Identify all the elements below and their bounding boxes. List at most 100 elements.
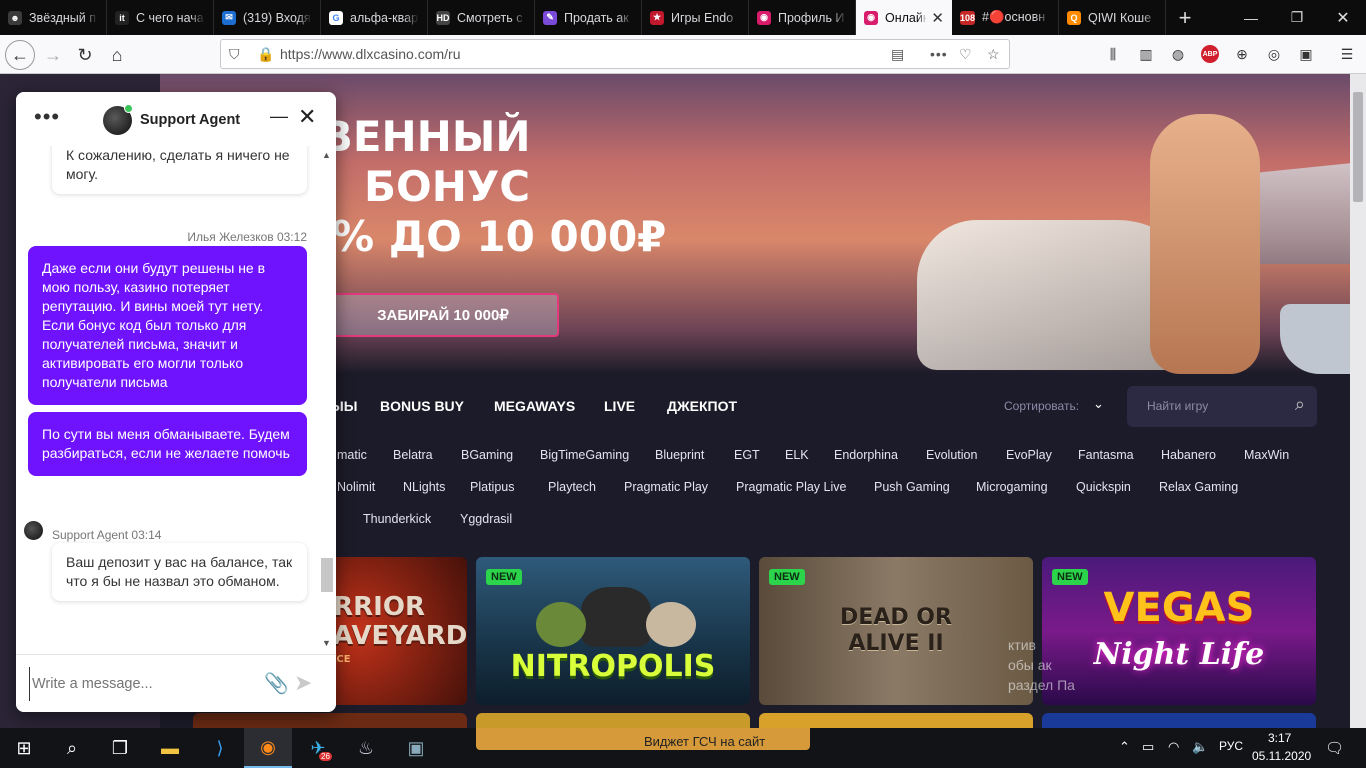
provider-filter[interactable]: Microgaming bbox=[976, 480, 1048, 494]
game-card-partial[interactable] bbox=[476, 713, 750, 728]
clock-date[interactable]: 05.11.2020 bbox=[1252, 749, 1311, 763]
bookmark-star-icon[interactable]: ☆ bbox=[987, 46, 1000, 63]
message-input[interactable] bbox=[29, 667, 244, 701]
scroll-up-icon[interactable]: ▲ bbox=[322, 150, 331, 160]
menu-icon[interactable]: ☰ bbox=[1338, 45, 1356, 63]
home-button[interactable]: ⌂ bbox=[102, 40, 132, 70]
game-card[interactable]: NEW NITROPOLIS bbox=[476, 557, 750, 705]
browser-tab[interactable]: HD Смотреть с bbox=[428, 0, 535, 35]
close-window-button[interactable]: ✕ bbox=[1320, 0, 1366, 35]
chat-scrollbar[interactable]: ▲ ▼ bbox=[320, 148, 334, 652]
game-card[interactable]: NEW DEAD OR ALIVE II bbox=[759, 557, 1033, 705]
minimize-window-button[interactable]: — bbox=[1228, 0, 1274, 35]
forward-button[interactable]: → bbox=[38, 40, 68, 70]
url-text[interactable]: https://www.dlxcasino.com/ru bbox=[280, 46, 461, 62]
restore-window-button[interactable]: ❐ bbox=[1274, 0, 1320, 35]
provider-filter[interactable]: BigTimeGaming bbox=[540, 448, 629, 462]
browser-tab[interactable]: it С чего нача bbox=[107, 0, 214, 35]
sort-label[interactable]: Сортировать: bbox=[1004, 399, 1079, 413]
vscode-icon[interactable]: ⟩ bbox=[196, 728, 244, 768]
provider-filter[interactable]: Pragmatic Play bbox=[624, 480, 708, 494]
close-tab-icon[interactable]: ✕ bbox=[931, 9, 944, 27]
provider-filter[interactable]: Habanero bbox=[1161, 448, 1216, 462]
browser-tab[interactable]: 108 #🔴основн bbox=[952, 0, 1059, 35]
extension-icon[interactable]: ◎ bbox=[1265, 45, 1283, 63]
start-icon[interactable]: ⊞ bbox=[0, 728, 48, 768]
category-bonus-buy[interactable]: BONUS BUY bbox=[380, 398, 464, 414]
provider-filter[interactable]: Relax Gaming bbox=[1159, 480, 1238, 494]
pocket-icon[interactable]: ♡ bbox=[959, 46, 972, 63]
library-icon[interactable]: ⫼ bbox=[1104, 45, 1122, 63]
shield-icon[interactable]: ⛉ bbox=[229, 46, 240, 63]
language-indicator[interactable]: РУС bbox=[1219, 739, 1243, 753]
provider-filter[interactable]: Fantasma bbox=[1078, 448, 1134, 462]
game-card-partial[interactable] bbox=[759, 713, 1033, 728]
provider-filter[interactable]: EGT bbox=[734, 448, 760, 462]
account-icon[interactable]: ◍ bbox=[1169, 45, 1187, 63]
provider-filter[interactable]: Belatra bbox=[393, 448, 433, 462]
network-icon[interactable]: ◠ bbox=[1168, 739, 1179, 755]
browser-tab[interactable]: ☻ Звёздный п bbox=[0, 0, 107, 35]
provider-filter[interactable]: EvoPlay bbox=[1006, 448, 1052, 462]
chevron-down-icon[interactable]: ⌄ bbox=[1093, 396, 1104, 412]
attach-file-icon[interactable]: 📎 bbox=[264, 671, 289, 696]
claim-bonus-button[interactable]: ЗАБИРАЙ 10 000₽ bbox=[327, 293, 559, 337]
provider-filter[interactable]: BGaming bbox=[461, 448, 513, 462]
adblock-icon[interactable]: ABP bbox=[1201, 45, 1219, 63]
notifications-icon[interactable]: 🗨 bbox=[1325, 739, 1344, 757]
provider-filter[interactable]: Playtech bbox=[548, 480, 596, 494]
browser-tab[interactable]: ★ Игры Endo bbox=[642, 0, 749, 35]
game-card-partial[interactable] bbox=[193, 713, 467, 728]
game-card[interactable]: NEW VEGAS Night Life bbox=[1042, 557, 1316, 705]
provider-filter[interactable]: Yggdrasil bbox=[460, 512, 512, 526]
minimize-chat-button[interactable]: — bbox=[270, 106, 288, 127]
send-icon[interactable]: ➤ bbox=[294, 670, 312, 696]
chat-scrollbar-thumb[interactable] bbox=[321, 558, 333, 592]
reader-view-icon[interactable]: ▤ bbox=[891, 46, 904, 63]
provider-filter[interactable]: MaxWin bbox=[1244, 448, 1289, 462]
provider-filter[interactable]: Platipus bbox=[470, 480, 514, 494]
browser-tab[interactable]: Gальфа-квар bbox=[321, 0, 428, 35]
lock-icon[interactable]: 🔒 bbox=[257, 46, 274, 63]
search-icon[interactable]: ⌕ bbox=[48, 728, 96, 768]
new-tab-button[interactable]: + bbox=[1166, 0, 1204, 35]
page-scrollbar[interactable] bbox=[1350, 74, 1366, 728]
reload-button[interactable]: ↻ bbox=[70, 40, 100, 70]
provider-filter[interactable]: Evolution bbox=[926, 448, 977, 462]
provider-filter[interactable]: Thunderkick bbox=[363, 512, 431, 526]
search-icon[interactable]: ⌕ bbox=[1295, 394, 1305, 415]
provider-filter[interactable]: Pragmatic Play Live bbox=[736, 480, 846, 494]
provider-filter[interactable]: Quickspin bbox=[1076, 480, 1131, 494]
game-search-input[interactable]: Найти игру bbox=[1147, 399, 1208, 413]
page-actions-icon[interactable]: ••• bbox=[930, 46, 948, 62]
scroll-down-icon[interactable]: ▼ bbox=[322, 638, 331, 648]
telegram-icon[interactable]: ✈ 26 bbox=[294, 728, 342, 768]
globe-icon[interactable]: ⊕ bbox=[1233, 45, 1251, 63]
close-chat-button[interactable]: ✕ bbox=[298, 104, 316, 130]
browser-tab[interactable]: ◉ Профиль И bbox=[749, 0, 856, 35]
provider-filter[interactable]: Push Gaming bbox=[874, 480, 950, 494]
page-scrollbar-thumb[interactable] bbox=[1353, 92, 1363, 202]
browser-tab[interactable]: ✎ Продать ак bbox=[535, 0, 642, 35]
file-explorer-icon[interactable]: ▬ bbox=[146, 728, 194, 768]
task-view-icon[interactable]: ❐ bbox=[96, 728, 144, 768]
provider-filter[interactable]: Nolimit bbox=[337, 480, 375, 494]
sidebar-icon[interactable]: ▥ bbox=[1137, 45, 1155, 63]
profile-image-icon[interactable]: ▣ bbox=[1297, 45, 1315, 63]
game-search[interactable]: Найти игру ⌕ bbox=[1127, 386, 1317, 427]
browser-tab[interactable]: ◉ Онлайн ✕ bbox=[856, 0, 952, 35]
power-icon[interactable]: ▭ bbox=[1142, 739, 1154, 755]
category-live[interactable]: LIVE bbox=[604, 398, 635, 414]
remote-desktop-icon[interactable]: ▣ bbox=[392, 728, 440, 768]
provider-filter[interactable]: matic bbox=[337, 448, 367, 462]
volume-icon[interactable]: 🔈 bbox=[1192, 739, 1208, 755]
provider-filter[interactable]: Endorphina bbox=[834, 448, 898, 462]
tray-chevron-icon[interactable]: ⌃ bbox=[1119, 739, 1130, 755]
provider-filter[interactable]: NLights bbox=[403, 480, 445, 494]
back-button[interactable]: ← bbox=[5, 40, 35, 70]
url-bar[interactable]: ⛉ 🔒 https://www.dlxcasino.com/ru ▤ ••• ♡… bbox=[220, 39, 1010, 69]
game-card-partial[interactable] bbox=[1042, 713, 1316, 728]
provider-filter[interactable]: ELK bbox=[785, 448, 809, 462]
firefox-icon[interactable]: ◉ bbox=[244, 728, 292, 768]
clock-time[interactable]: 3:17 bbox=[1268, 731, 1291, 745]
